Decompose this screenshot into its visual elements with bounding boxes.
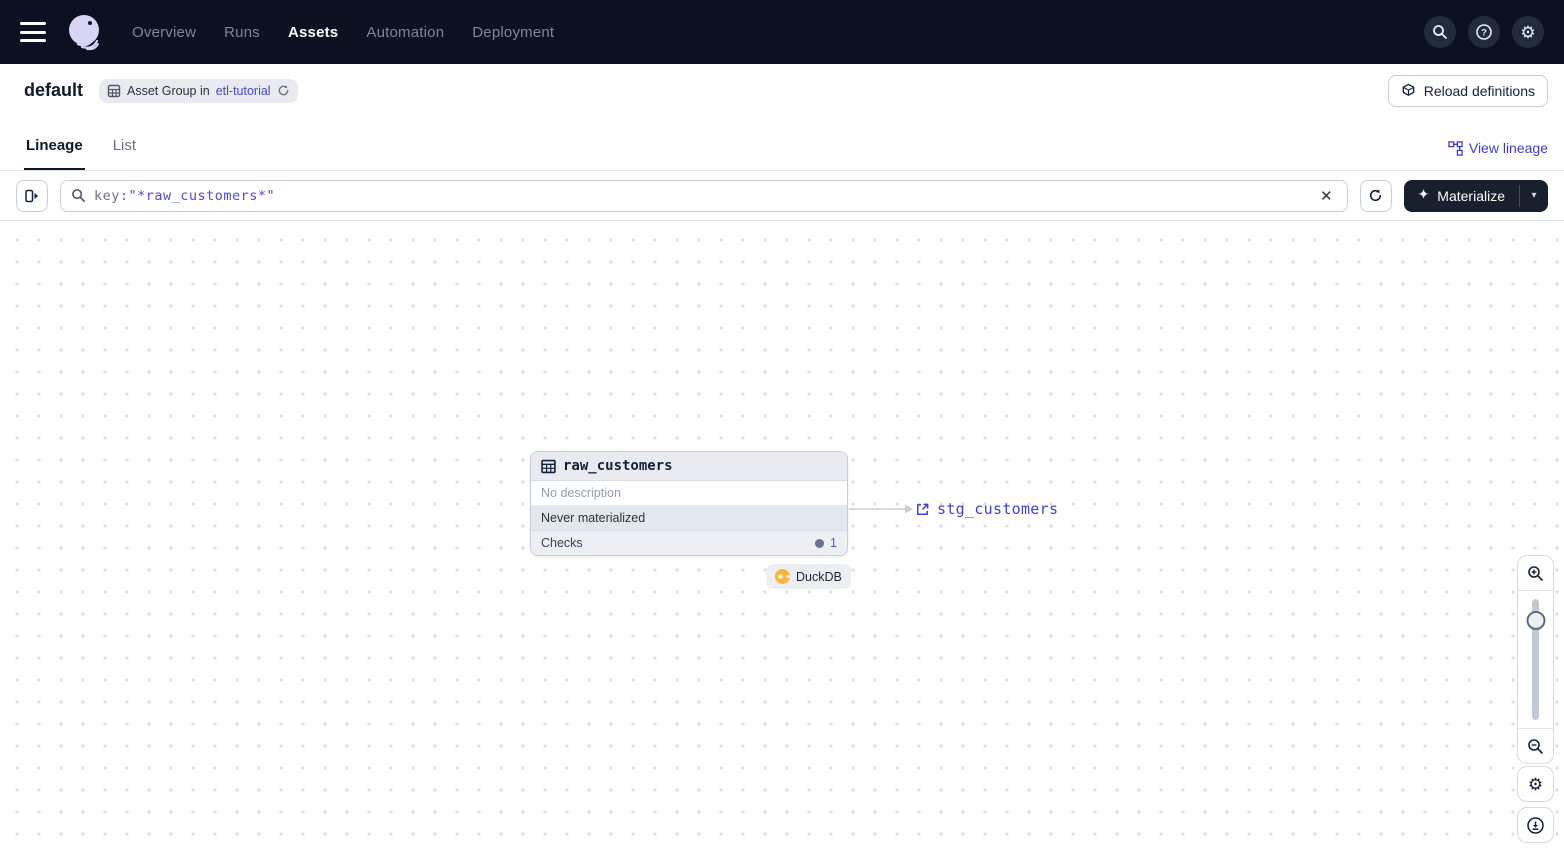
sync-status-icon[interactable] <box>277 84 290 97</box>
asset-materialization-status: Never materialized <box>531 506 847 531</box>
asset-name: raw_customers <box>563 458 673 474</box>
settings-button[interactable]: ⚙ <box>1512 16 1544 48</box>
view-lineage-link[interactable]: View lineage <box>1448 140 1548 170</box>
tabs-row: Lineage List View lineage <box>0 117 1564 171</box>
duckdb-icon <box>775 569 790 584</box>
nav-item-runs[interactable]: Runs <box>224 24 260 41</box>
lineage-graph-icon <box>1448 140 1463 156</box>
filter-query-text: key:"*raw_customers*" <box>94 188 275 204</box>
nav-item-automation[interactable]: Automation <box>366 24 444 41</box>
check-status-dot <box>815 538 825 548</box>
chevron-down-icon: ▾ <box>1531 190 1537 201</box>
asset-description: No description <box>531 481 847 506</box>
tab-lineage[interactable]: Lineage <box>24 137 85 170</box>
help-icon: ? <box>1476 24 1492 40</box>
reload-code-icon <box>1402 83 1415 96</box>
asset-checks-row[interactable]: Checks 1 <box>531 531 847 555</box>
zoom-slider[interactable] <box>1518 591 1553 728</box>
reload-definitions-label: Reload definitions <box>1423 82 1535 99</box>
filter-value: "*raw_customers*" <box>128 187 276 204</box>
checks-count: 1 <box>830 536 837 550</box>
help-button[interactable]: ? <box>1468 16 1500 48</box>
materialize-dropdown-button[interactable]: ▾ <box>1520 180 1548 212</box>
asset-node-header[interactable]: raw_customers <box>531 452 847 481</box>
kind-tag-duckdb[interactable]: DuckDB <box>766 564 851 589</box>
hamburger-menu-icon[interactable] <box>20 22 46 42</box>
reload-definitions-button[interactable]: Reload definitions <box>1387 74 1548 107</box>
nav-item-deployment[interactable]: Deployment <box>472 24 554 41</box>
materialize-button[interactable]: ✦ Materialize <box>1404 180 1519 212</box>
code-location-link[interactable]: etl-tutorial <box>216 84 271 98</box>
asset-group-label: Asset Group in <box>127 83 210 98</box>
zoom-slider-handle[interactable] <box>1526 611 1545 630</box>
downstream-asset-link[interactable]: stg_customers <box>915 500 1058 518</box>
zoom-out-button[interactable] <box>1518 728 1553 763</box>
view-lineage-label: View lineage <box>1468 140 1548 156</box>
zoom-out-icon <box>1528 738 1543 754</box>
recenter-button[interactable] <box>1517 807 1554 843</box>
checks-label: Checks <box>541 536 583 550</box>
zoom-in-button[interactable] <box>1518 556 1553 591</box>
primary-nav: Overview Runs Assets Automation Deployme… <box>132 24 554 41</box>
kind-tag-label: DuckDB <box>796 569 842 584</box>
sparkles-icon: ✦ <box>1417 186 1430 202</box>
svg-text:?: ? <box>1481 28 1487 39</box>
table-icon <box>541 459 556 473</box>
asset-node-raw-customers[interactable]: raw_customers No description Never mater… <box>530 451 848 556</box>
refresh-icon <box>1370 189 1382 202</box>
refresh-graph-button[interactable] <box>1359 179 1392 212</box>
asset-filter-input[interactable]: key:"*raw_customers*" ✕ <box>60 179 1348 212</box>
asset-group-icon <box>107 84 121 97</box>
external-link-icon <box>917 503 929 515</box>
page-header: default Asset Group in etl-tutorial Relo… <box>0 64 1564 117</box>
gear-icon: ⚙ <box>1520 22 1536 42</box>
materialize-split-button: ✦ Materialize ▾ <box>1403 179 1548 212</box>
lineage-edge-arrow <box>849 504 913 514</box>
lineage-toolbar: key:"*raw_customers*" ✕ ✦ Materialize ▾ <box>0 171 1564 221</box>
search-icon <box>1433 25 1447 39</box>
gear-icon: ⚙ <box>1527 774 1544 794</box>
filter-key-prefix: key: <box>94 187 129 204</box>
zoom-in-icon <box>1528 565 1543 581</box>
top-navigation: Overview Runs Assets Automation Deployme… <box>0 0 1564 64</box>
nav-item-assets[interactable]: Assets <box>288 24 338 41</box>
lineage-graph-canvas[interactable]: raw_customers No description Never mater… <box>0 221 1564 851</box>
downstream-asset-name: stg_customers <box>937 500 1059 518</box>
dagster-logo[interactable] <box>64 11 106 53</box>
search-button[interactable] <box>1424 16 1456 48</box>
open-panel-icon <box>25 189 38 202</box>
search-icon <box>72 189 85 202</box>
nav-item-overview[interactable]: Overview <box>132 24 196 41</box>
toggle-sidebar-button[interactable] <box>16 179 48 212</box>
zoom-control-panel <box>1517 555 1554 764</box>
clear-filter-button[interactable]: ✕ <box>1316 185 1337 207</box>
page-title: default <box>24 80 84 100</box>
tab-list[interactable]: List <box>111 137 138 170</box>
recenter-icon <box>1527 816 1544 834</box>
asset-group-badge: Asset Group in etl-tutorial <box>99 78 298 103</box>
graph-settings-button[interactable]: ⚙ <box>1517 766 1554 802</box>
materialize-label: Materialize <box>1437 187 1505 204</box>
